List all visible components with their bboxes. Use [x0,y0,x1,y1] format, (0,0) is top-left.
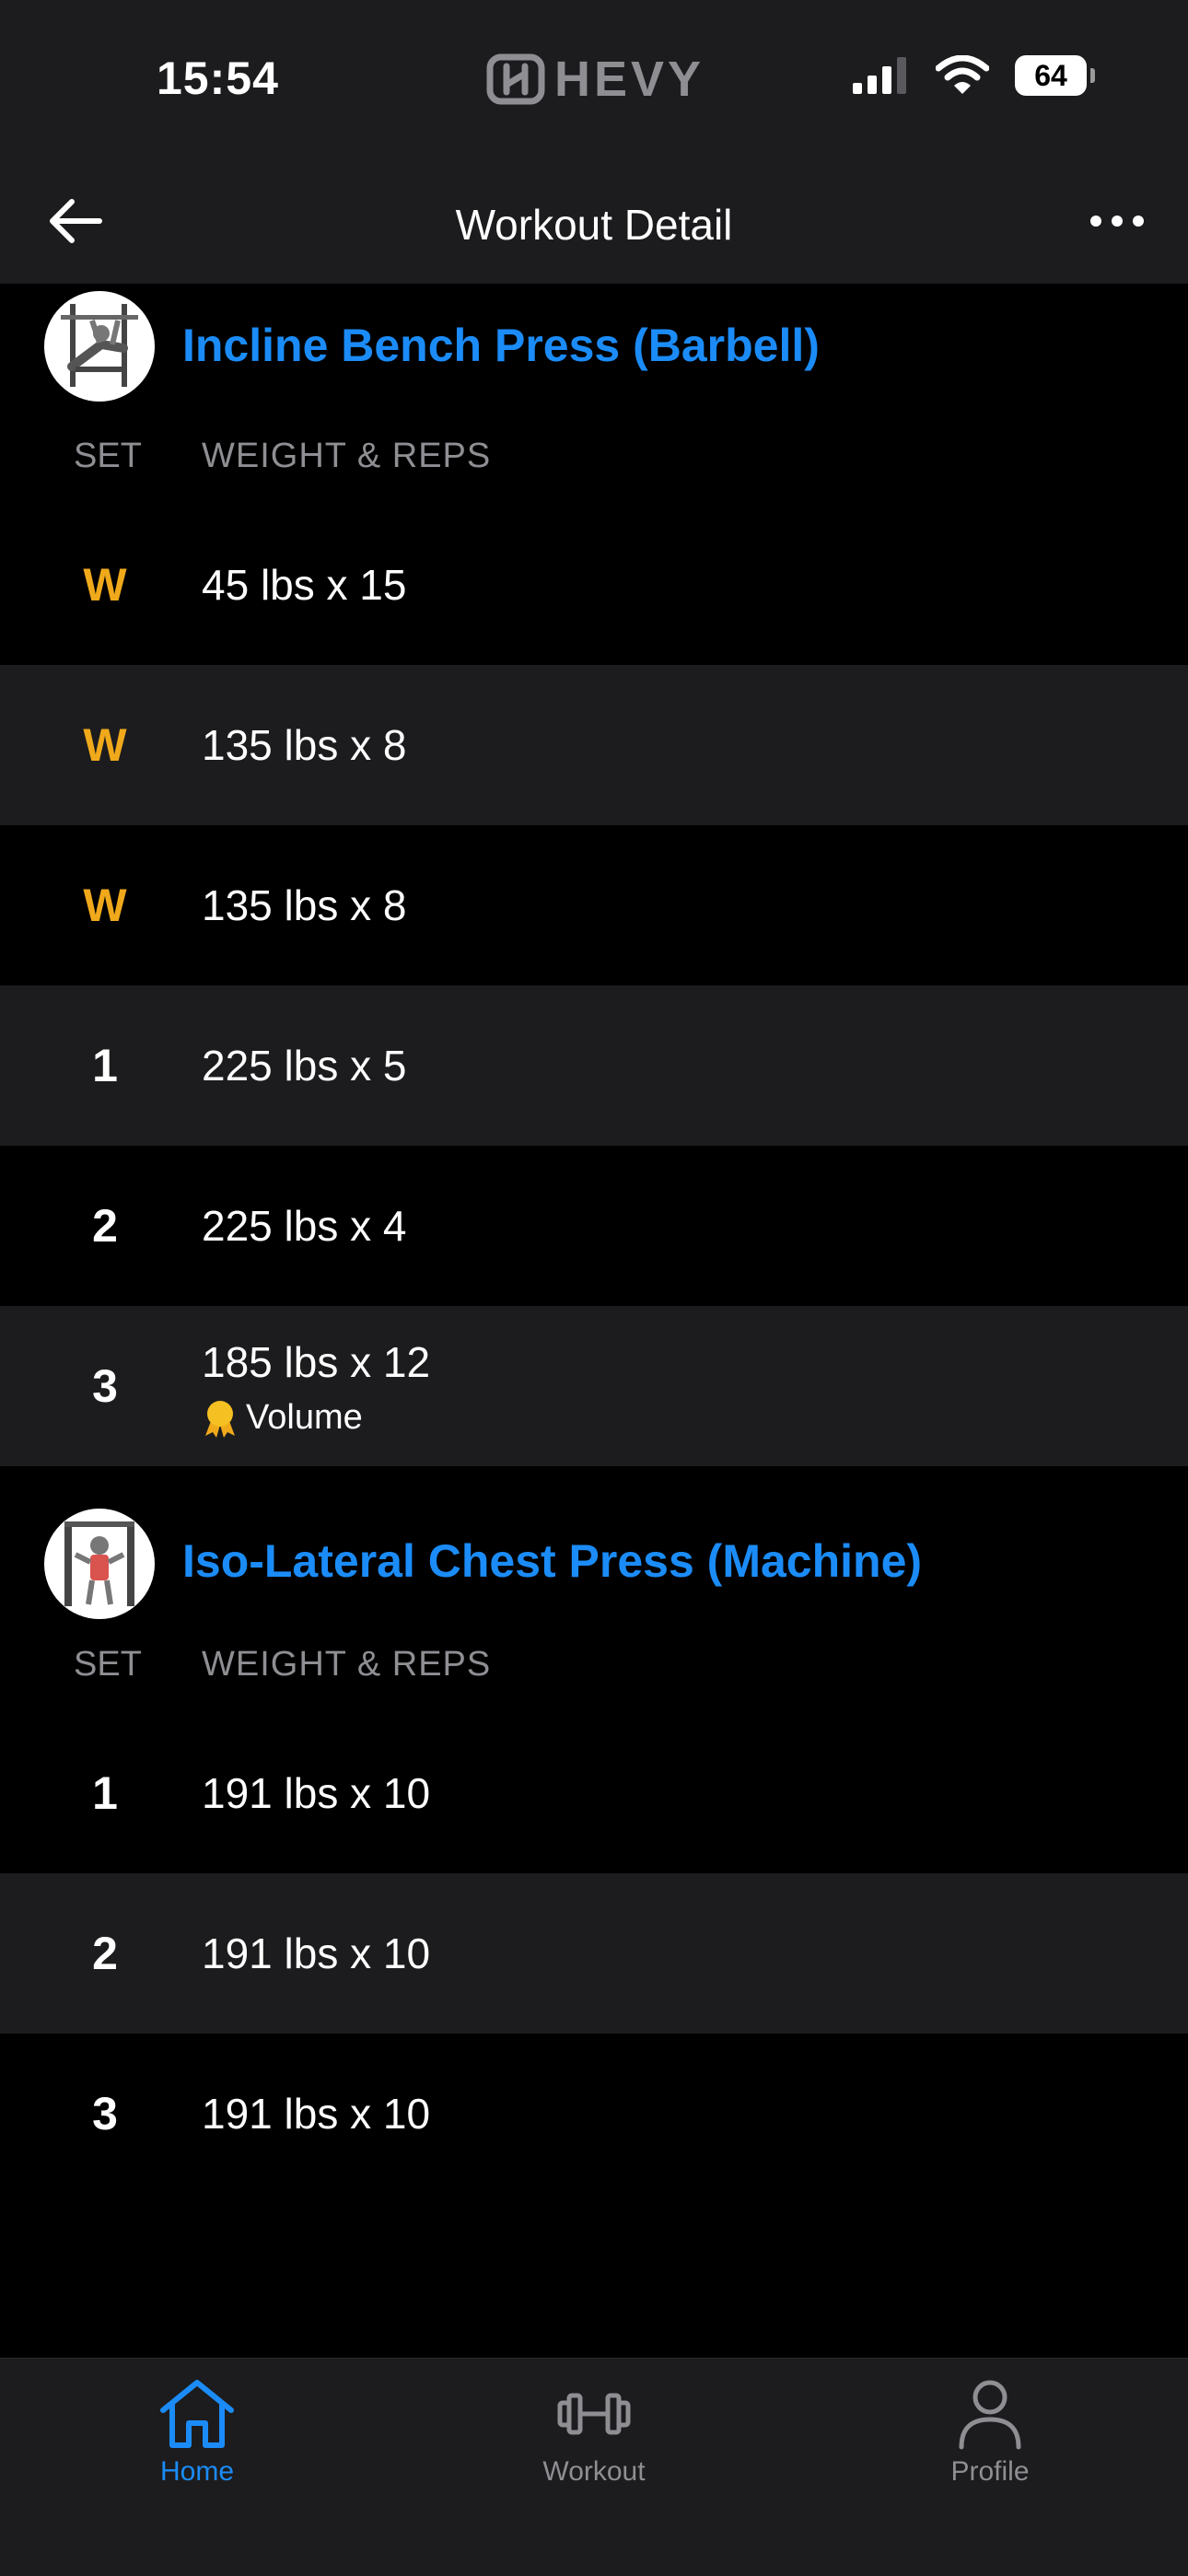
wifi-icon [936,55,989,94]
tab-profile[interactable]: Profile [898,2377,1082,2488]
set-value: 185 lbs x 12 [202,1338,431,1386]
brand-name: HEVY [554,52,705,107]
set-label: 1 [92,1767,118,1819]
record-type-label: Volume [246,1398,363,1437]
set-column-label: SET [74,437,142,475]
exercise-thumbnail [44,1509,155,1619]
cellular-signal-icon [853,57,906,94]
set-value: 135 lbs x 8 [202,721,407,769]
tab-label: Home [159,2456,235,2487]
person-icon [959,2380,1021,2450]
set-row: 3 185 lbs x 12 Volume [0,1306,1188,1466]
bench-press-figure-icon [61,304,138,387]
workout-content: Incline Bench Press (Barbell) SET WEIGHT… [0,284,1188,2194]
set-value: 191 lbs x 10 [202,1929,431,1977]
column-header: SET WEIGHT & REPS [0,1621,1188,1713]
system-icons: 64 [851,55,1095,96]
tab-label: Workout [542,2456,646,2487]
set-value: 191 lbs x 10 [202,2090,431,2138]
home-icon [160,2380,234,2448]
tab-label: Profile [950,2456,1030,2487]
set-row: 2 191 lbs x 10 [0,1873,1188,2034]
more-dots-icon [1090,216,1144,227]
exercise-title[interactable]: Iso-Lateral Chest Press (Machine) [182,1534,922,1588]
set-row: 2 225 lbs x 4 [0,1146,1188,1306]
set-label: 3 [92,1360,118,1412]
set-label: W [83,559,127,611]
chest-press-figure-icon [64,1521,134,1606]
set-label: W [83,719,127,771]
hevy-logo-icon [486,53,545,105]
medal-icon [205,1400,235,1438]
set-value: 45 lbs x 15 [202,561,407,609]
set-row: W 135 lbs x 8 [0,825,1188,985]
bottom-tab-bar: Home Workout Profile [0,2358,1188,2576]
set-row: W 135 lbs x 8 [0,665,1188,825]
tab-workout[interactable]: Workout [502,2377,686,2488]
set-value: 225 lbs x 4 [202,1202,407,1250]
status-time: 15:54 [157,52,279,104]
set-row: 1 191 lbs x 10 [0,1713,1188,1873]
weight-reps-column-label: WEIGHT & REPS [202,437,492,475]
weight-reps-column-label: WEIGHT & REPS [202,1645,492,1684]
set-label: 1 [92,1040,118,1091]
navigation-bar: Workout Detail [0,161,1188,284]
set-row: 3 191 lbs x 10 [0,2034,1188,2194]
tab-home[interactable]: Home [105,2377,289,2488]
brand-logo: HEVY [486,52,705,107]
set-value: 191 lbs x 10 [202,1769,431,1817]
personal-record-badge: Volume [202,1398,363,1438]
dumbbell-icon [557,2393,631,2435]
set-label: 2 [92,1928,118,1979]
exercise-title[interactable]: Incline Bench Press (Barbell) [182,319,820,372]
set-row: 1 225 lbs x 5 [0,985,1188,1146]
exercise-header[interactable]: Iso-Lateral Chest Press (Machine) [0,1466,1188,1621]
page-title: Workout Detail [455,201,733,249]
set-column-label: SET [74,1645,142,1684]
set-row: W 45 lbs x 15 [0,505,1188,665]
set-label: W [83,880,127,931]
more-options-button[interactable] [1085,198,1149,244]
set-label: 3 [92,2088,118,2139]
battery-indicator: 64 [1015,55,1095,96]
set-value: 225 lbs x 5 [202,1042,407,1090]
exercise-header[interactable]: Incline Bench Press (Barbell) [0,284,1188,413]
column-header: SET WEIGHT & REPS [0,413,1188,505]
battery-level: 64 [1034,58,1067,92]
set-label: 2 [92,1200,118,1252]
set-value: 135 lbs x 8 [202,881,407,929]
status-bar: 15:54 HEVY 64 [0,0,1188,161]
exercise-thumbnail [44,291,155,402]
